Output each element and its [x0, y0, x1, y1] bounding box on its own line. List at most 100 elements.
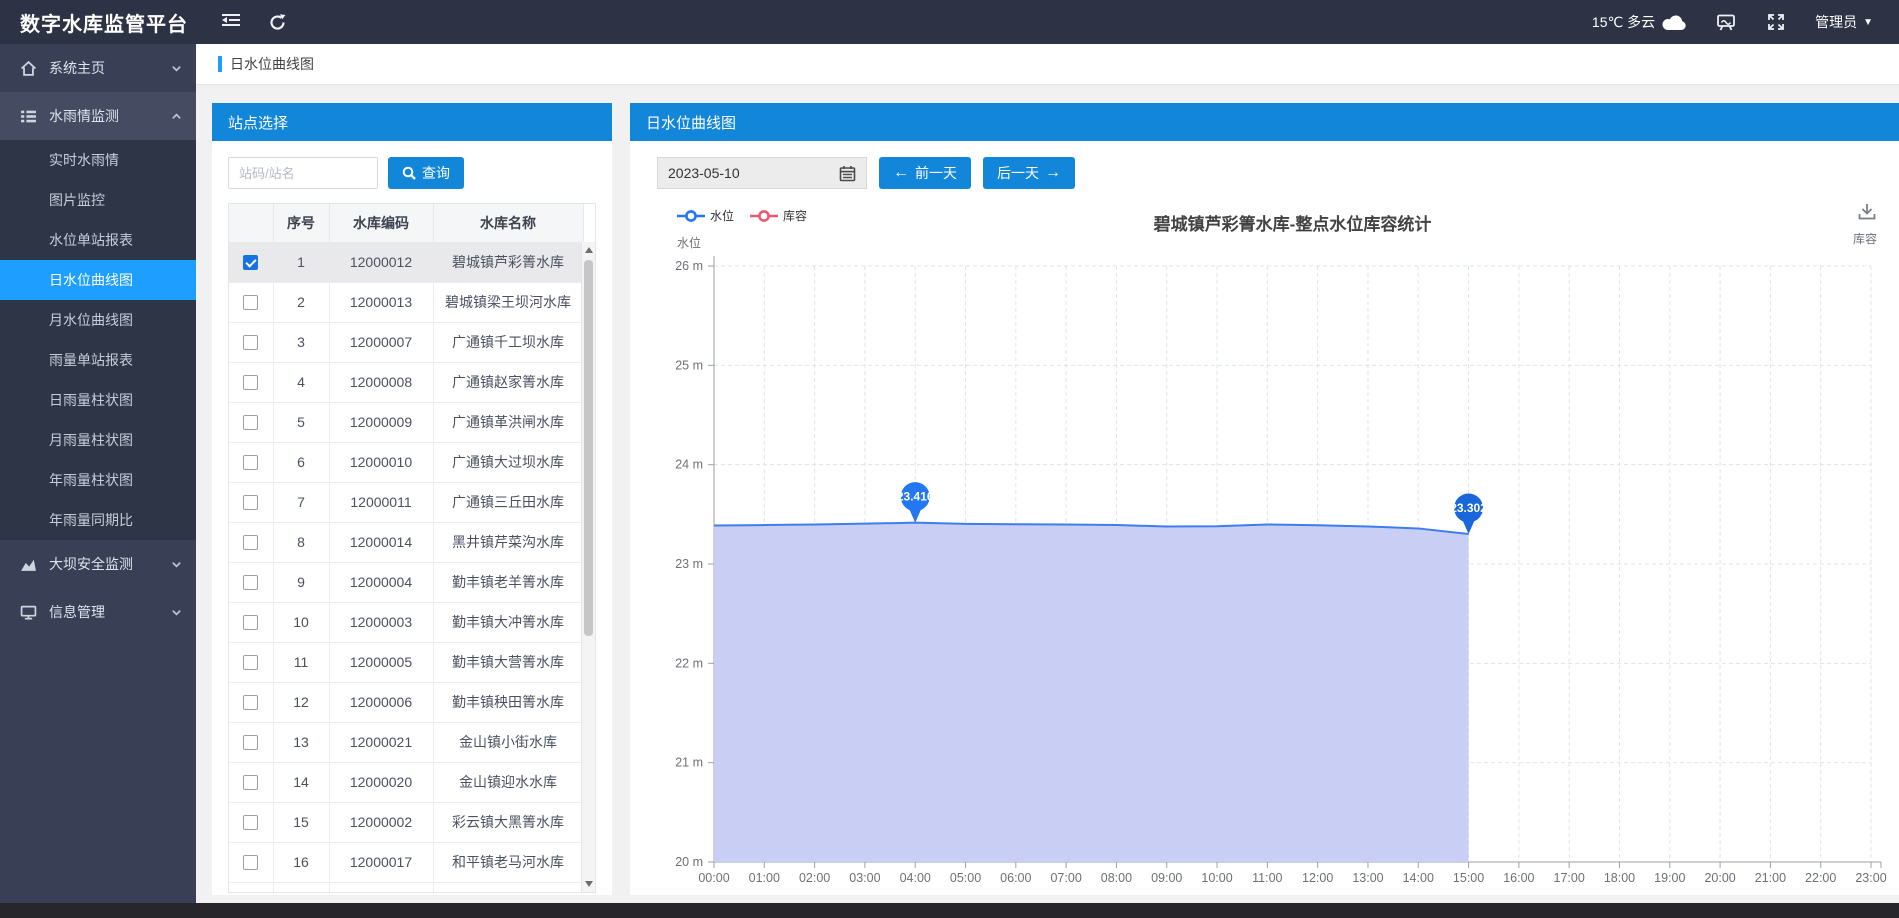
next-day-button[interactable]: 后一天 → — [983, 157, 1075, 189]
scroll-down-arrow-icon[interactable] — [582, 877, 595, 891]
station-checkbox[interactable] — [243, 855, 258, 870]
station-checkbox-cell[interactable] — [229, 282, 273, 322]
chart-plot-area[interactable]: 20 m21 m22 m23 m24 m25 m26 m00:0001:0002… — [630, 199, 1899, 891]
station-row[interactable]: 1612000017和平镇老马河水库 — [229, 842, 583, 882]
station-checkbox[interactable] — [243, 815, 258, 830]
station-row[interactable]: 312000007广通镇千工坝水库 — [229, 322, 583, 362]
station-checkbox-cell[interactable] — [229, 562, 273, 602]
table-scrollbar[interactable] — [581, 242, 595, 892]
sidebar-item-2[interactable]: 大坝安全监测 — [0, 540, 196, 588]
prev-day-button[interactable]: ← 前一天 — [879, 157, 971, 189]
sidebar-subitem[interactable]: 日水位曲线图 — [0, 260, 196, 300]
station-row[interactable]: 1212000006勤丰镇秧田箐水库 — [229, 682, 583, 722]
chart-panel-title: 日水位曲线图 — [646, 112, 736, 133]
search-button[interactable]: 查询 — [388, 157, 464, 189]
svg-text:21 m: 21 m — [675, 756, 703, 770]
station-name: 勤丰镇老羊箐水库 — [433, 562, 583, 602]
sidebar-subitem[interactable]: 年雨量柱状图 — [0, 460, 196, 500]
station-checkbox[interactable] — [243, 455, 258, 470]
station-checkbox[interactable] — [243, 415, 258, 430]
search-icon — [402, 166, 416, 180]
station-row[interactable]: 1112000005勤丰镇大营箐水库 — [229, 642, 583, 682]
station-name: 勤丰镇秧田箐水库 — [433, 682, 583, 722]
station-checkbox-cell[interactable] — [229, 402, 273, 442]
station-row[interactable]: 512000009广通镇革洪闸水库 — [229, 402, 583, 442]
station-checkbox-cell[interactable] — [229, 442, 273, 482]
station-no: 7 — [273, 482, 329, 522]
date-picker[interactable] — [657, 157, 867, 189]
station-checkbox-cell[interactable] — [229, 802, 273, 842]
station-checkbox[interactable] — [243, 535, 258, 550]
sidebar-subitem[interactable]: 雨量单站报表 — [0, 340, 196, 380]
station-row[interactable]: 212000013碧城镇梁王坝河水库 — [229, 282, 583, 322]
station-row[interactable]: 1412000020金山镇迎水水库 — [229, 762, 583, 802]
station-row[interactable]: 1512000002彩云镇大黑箐水库 — [229, 802, 583, 842]
sidebar-subitem[interactable]: 实时水雨情 — [0, 140, 196, 180]
station-row[interactable]: 912000004勤丰镇老羊箐水库 — [229, 562, 583, 602]
download-icon[interactable] — [1856, 201, 1878, 223]
station-row[interactable]: 712000011广通镇三丘田水库 — [229, 482, 583, 522]
sidebar-subitem[interactable]: 图片监控 — [0, 180, 196, 220]
station-name: 碧城镇芦彩箐水库 — [433, 242, 583, 282]
sidebar-item-3[interactable]: 信息管理 — [0, 588, 196, 636]
user-menu[interactable]: 管理员 ▼ — [1815, 12, 1873, 32]
station-checkbox[interactable] — [243, 775, 258, 790]
sidebar-subitem[interactable]: 月水位曲线图 — [0, 300, 196, 340]
station-name: 广通镇三丘田水库 — [433, 482, 583, 522]
station-checkbox-cell[interactable] — [229, 242, 273, 282]
station-checkbox[interactable] — [243, 735, 258, 750]
station-checkbox-cell[interactable] — [229, 722, 273, 762]
station-row[interactable]: 812000014黑井镇芹菜沟水库 — [229, 522, 583, 562]
station-checkbox[interactable] — [243, 655, 258, 670]
station-row[interactable]: 1312000021金山镇小街水库 — [229, 722, 583, 762]
station-checkbox[interactable] — [243, 255, 258, 270]
table-scrollbar-thumb[interactable] — [584, 260, 593, 636]
station-name: 和平镇老马河水库 — [433, 842, 583, 882]
station-checkbox-cell[interactable] — [229, 522, 273, 562]
scroll-up-arrow-icon[interactable] — [582, 243, 595, 257]
station-checkbox[interactable] — [243, 615, 258, 630]
station-panel-header: 站点选择 — [212, 103, 612, 141]
station-checkbox[interactable] — [243, 695, 258, 710]
station-code: 12000009 — [329, 402, 433, 442]
station-checkbox[interactable] — [243, 295, 258, 310]
station-checkbox-cell[interactable] — [229, 842, 273, 882]
station-search-input[interactable] — [228, 157, 378, 189]
y-axis-name: 水位 — [677, 234, 701, 251]
chevron-down-icon — [171, 607, 182, 618]
station-checkbox-cell[interactable] — [229, 642, 273, 682]
svg-text:01:00: 01:00 — [749, 871, 780, 885]
station-row[interactable]: 612000010广通镇大过坝水库 — [229, 442, 583, 482]
search-button-label: 查询 — [422, 163, 450, 183]
sidebar-collapse-icon[interactable] — [220, 11, 242, 33]
sidebar-subitem[interactable]: 月雨量柱状图 — [0, 420, 196, 460]
date-input[interactable] — [668, 165, 818, 181]
sidebar-subitem[interactable]: 水位单站报表 — [0, 220, 196, 260]
station-checkbox-cell[interactable] — [229, 602, 273, 642]
svg-text:04:00: 04:00 — [900, 871, 931, 885]
water-level-chart[interactable]: 20 m21 m22 m23 m24 m25 m26 m00:0001:0002… — [630, 199, 1899, 891]
sidebar-item-0[interactable]: 系统主页 — [0, 44, 196, 92]
station-checkbox-cell[interactable] — [229, 762, 273, 802]
station-checkbox-cell[interactable] — [229, 482, 273, 522]
station-checkbox-cell[interactable] — [229, 362, 273, 402]
sidebar-item-label: 水雨情监测 — [49, 106, 119, 126]
station-row[interactable]: 412000008广通镇赵家箐水库 — [229, 362, 583, 402]
station-checkbox[interactable] — [243, 495, 258, 510]
refresh-icon[interactable] — [266, 11, 288, 33]
station-checkbox[interactable] — [243, 375, 258, 390]
station-checkbox[interactable] — [243, 335, 258, 350]
station-row[interactable]: 1012000003勤丰镇大冲箐水库 — [229, 602, 583, 642]
station-name: 勤丰镇大冲箐水库 — [433, 602, 583, 642]
station-checkbox-cell[interactable] — [229, 682, 273, 722]
horizontal-scrollbar[interactable] — [0, 903, 1899, 918]
station-row[interactable]: 112000012碧城镇芦彩箐水库 — [229, 242, 583, 282]
sidebar-subitem[interactable]: 年雨量同期比 — [0, 500, 196, 540]
fullscreen-icon[interactable] — [1765, 11, 1787, 33]
station-code: 12000005 — [329, 642, 433, 682]
sidebar-item-1[interactable]: 水雨情监测 — [0, 92, 196, 140]
message-board-icon[interactable] — [1715, 11, 1737, 33]
sidebar-subitem[interactable]: 日雨量柱状图 — [0, 380, 196, 420]
station-checkbox[interactable] — [243, 575, 258, 590]
station-checkbox-cell[interactable] — [229, 322, 273, 362]
